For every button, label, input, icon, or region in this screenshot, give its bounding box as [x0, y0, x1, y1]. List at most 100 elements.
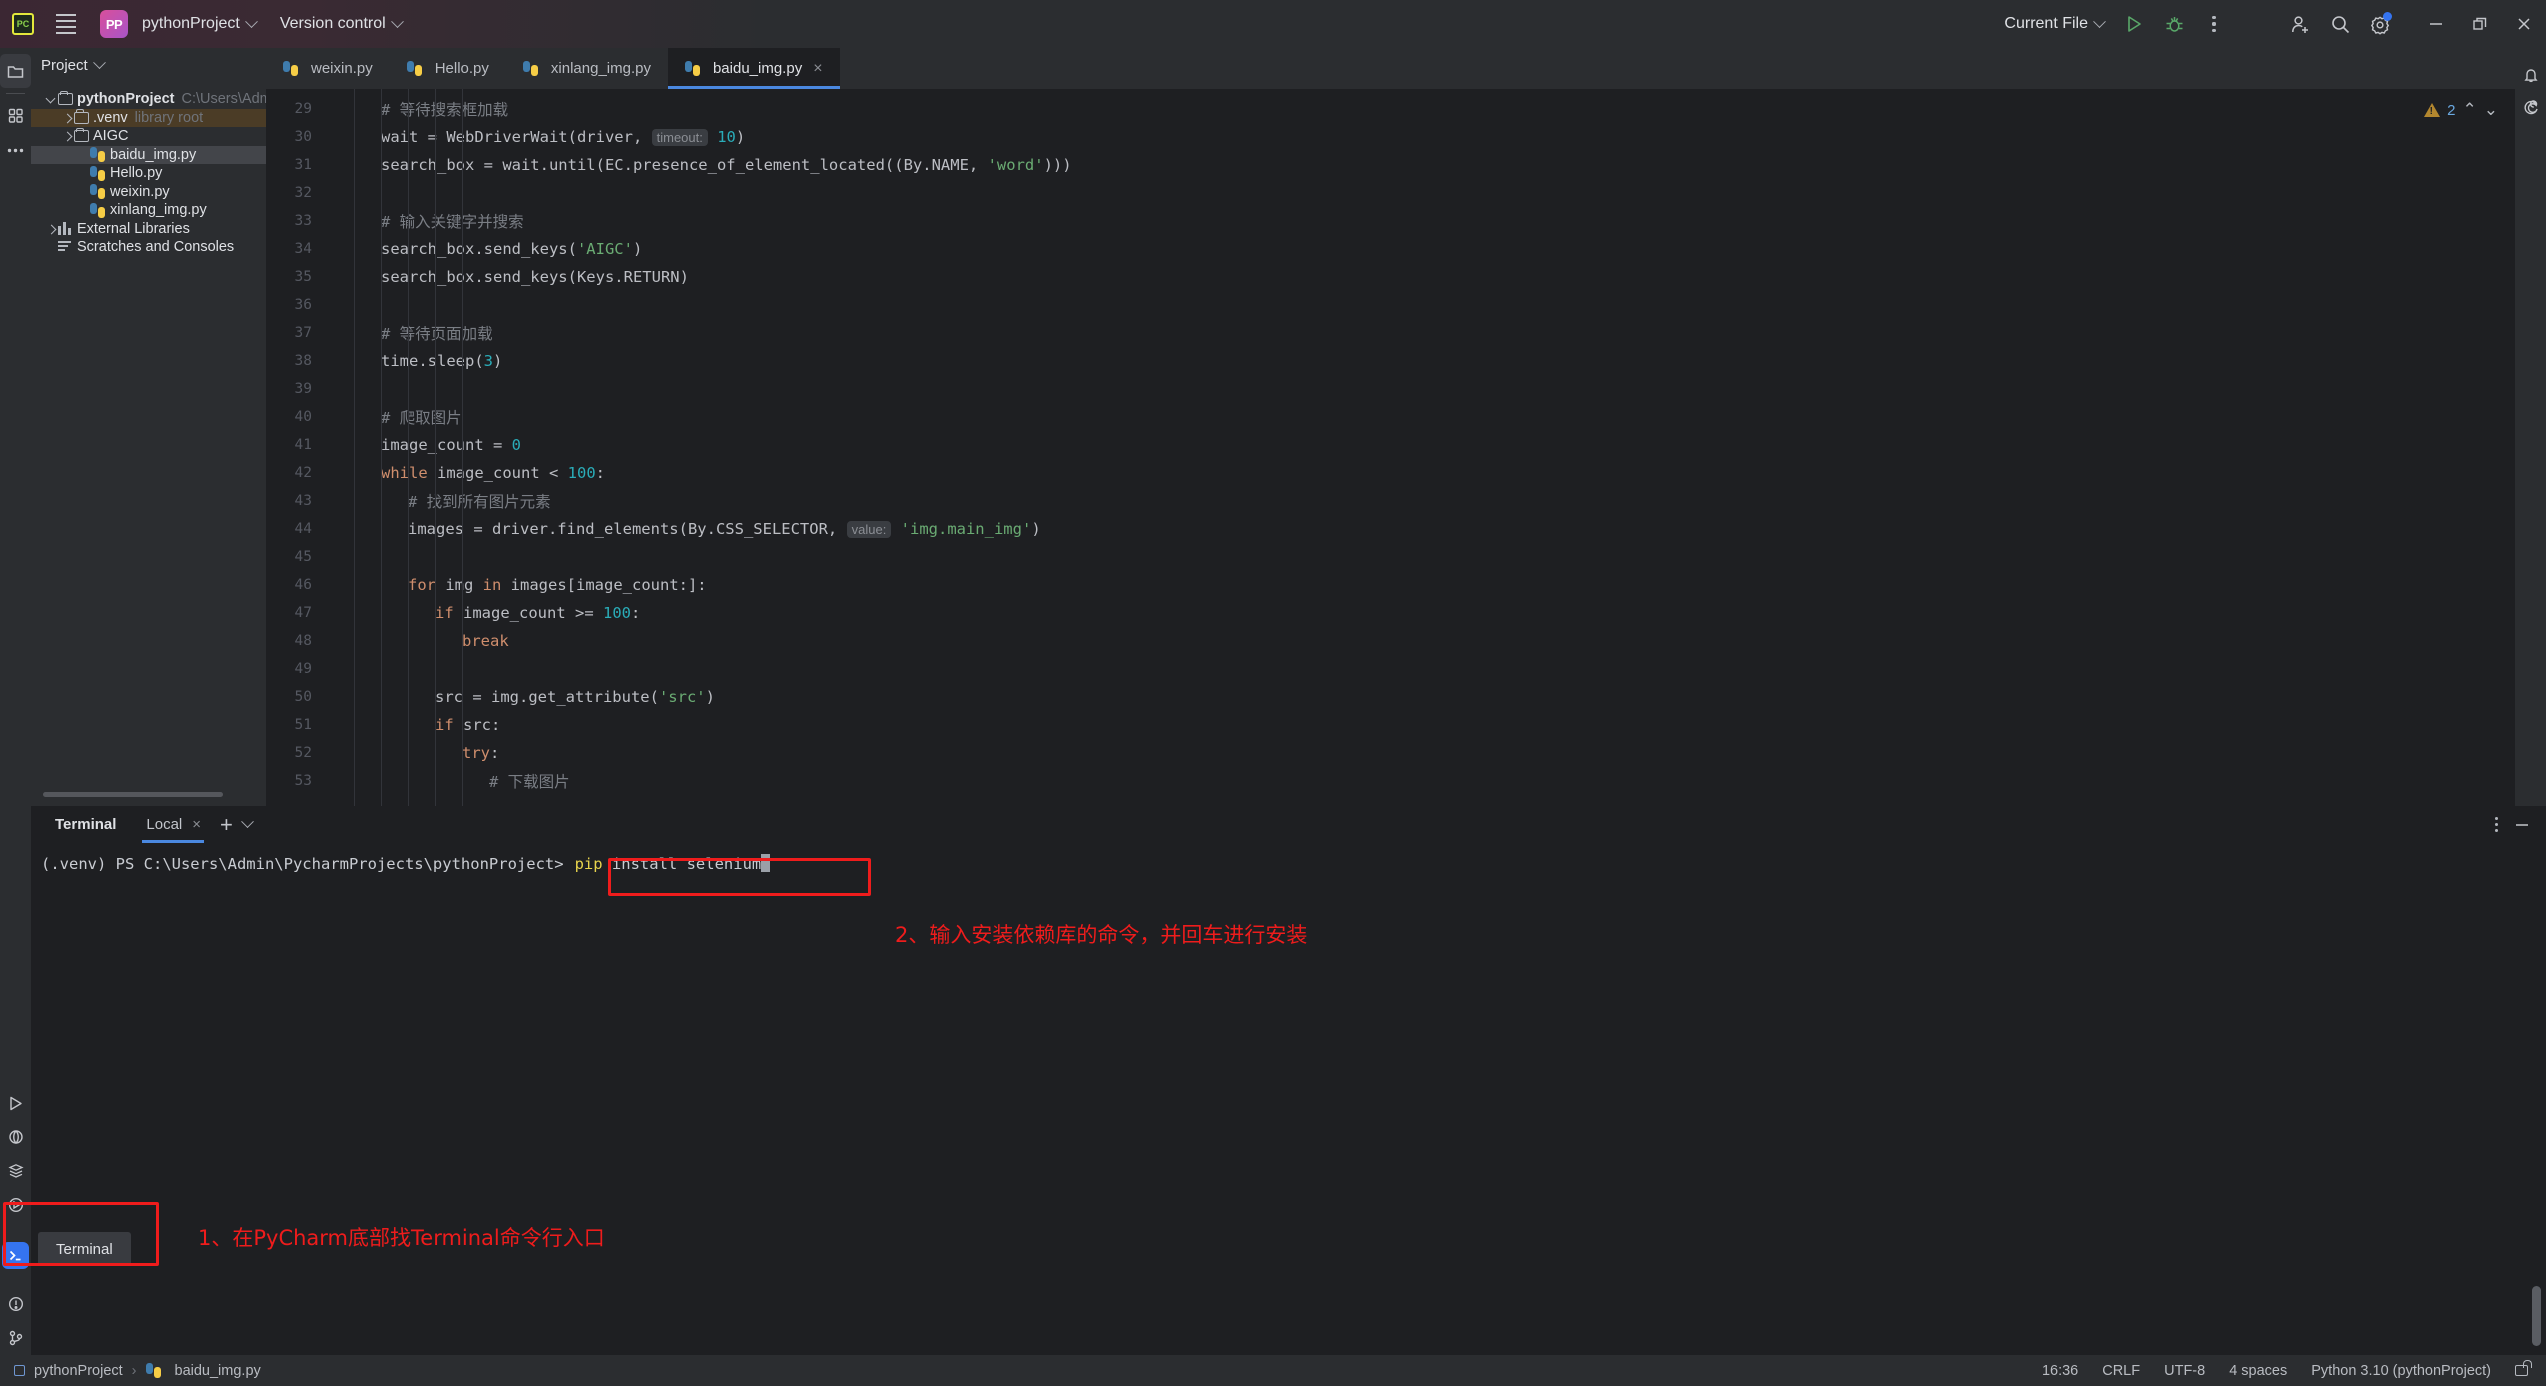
tree-item-xinlang-img-py[interactable]: xinlang_img.py [31, 201, 266, 220]
settings-icon[interactable] [2360, 0, 2400, 48]
line-number: 48 [294, 633, 312, 649]
close-button[interactable] [2502, 0, 2546, 48]
tree-twisty-icon[interactable] [61, 130, 74, 143]
terminal-tab-local[interactable]: Local × [128, 806, 208, 843]
more-icon[interactable] [2194, 0, 2234, 48]
database-icon[interactable] [0, 1154, 31, 1188]
folder-icon [74, 109, 89, 124]
chevron-up-icon[interactable]: ⌃ [2463, 100, 2477, 120]
editor-tab-xinlang-img-py[interactable]: xinlang_img.py [506, 48, 668, 89]
code-token: 'src' [658, 688, 706, 706]
tree-twisty-icon[interactable] [45, 222, 58, 235]
chevron-down-icon[interactable]: ⌄ [2484, 100, 2498, 120]
breadcrumb-project[interactable]: pythonProject [34, 1363, 123, 1379]
line-number: 36 [294, 297, 312, 313]
restore-button[interactable] [2458, 0, 2502, 48]
python-icon [90, 202, 105, 218]
tree-item-scratches-and-consoles[interactable]: Scratches and Consoles [31, 238, 266, 257]
project-tree[interactable]: pythonProjectC:\Users\Admin\PycharmPro.v… [31, 82, 367, 257]
run-configuration-selector[interactable]: Current File [1994, 9, 2114, 39]
code-token: src = img.get_attribute( [435, 688, 659, 706]
structure-tool-icon[interactable] [0, 99, 31, 133]
more-tools-icon[interactable] [0, 133, 31, 167]
version-control-label: Version control [279, 15, 386, 32]
tree-item-external-libraries[interactable]: External Libraries [31, 220, 266, 239]
chevron-down-icon [244, 14, 258, 28]
breadcrumb-file[interactable]: baidu_img.py [175, 1363, 261, 1379]
version-control-menu[interactable]: Version control [270, 9, 412, 39]
editor-tab-baidu-img-py[interactable]: baidu_img.py × [667, 48, 840, 89]
project-panel-header[interactable]: Project [31, 48, 266, 82]
line-separator[interactable]: CRLF [2102, 1363, 2140, 1379]
close-icon[interactable]: × [813, 60, 822, 78]
code-token: # 下载图片 [489, 773, 570, 791]
code-editor[interactable]: 29 # 等待搜索框加载 30 wait = WebDriverWait(driver… [266, 89, 2546, 806]
code-token: 'img.main_img' [900, 520, 1032, 538]
indent-setting[interactable]: 4 spaces [2229, 1363, 2287, 1379]
warning-icon [2424, 103, 2441, 117]
project-selector[interactable]: pythonProject [132, 9, 266, 39]
search-icon[interactable] [2320, 0, 2360, 48]
run-icon[interactable] [2114, 0, 2154, 48]
close-icon[interactable]: × [192, 816, 201, 833]
minimize-icon[interactable] [2514, 817, 2530, 833]
tree-item-baidu-img-py[interactable]: baidu_img.py [31, 145, 266, 164]
terminal-panel: Terminal Local × + (.venv) PS C:\Users\A… [31, 806, 2546, 1355]
tree-item-hello-py[interactable]: Hello.py [31, 164, 266, 183]
module-icon [14, 1365, 25, 1376]
code-token: 100 [567, 464, 596, 482]
terminal-title: Terminal [55, 816, 117, 833]
tree-twisty-icon[interactable] [61, 111, 74, 124]
caret-position[interactable]: 16:36 [2042, 1363, 2078, 1379]
line-number: 51 [294, 717, 312, 733]
code-token: time.sleep( [381, 352, 484, 370]
terminal-vscrollbar[interactable] [2532, 1286, 2541, 1346]
inspection-widget[interactable]: 2 ⌃ ⌄ [2424, 100, 2498, 120]
tree-item-weixin-py[interactable]: weixin.py [31, 183, 266, 202]
lock-icon[interactable] [2515, 1360, 2532, 1376]
ai-assistant-icon[interactable] [2515, 92, 2546, 126]
line-number: 35 [294, 269, 312, 285]
editor-tab-hello-py[interactable]: Hello.py [390, 48, 506, 89]
project-selector-label: pythonProject [142, 15, 240, 32]
run-tool-icon[interactable] [0, 1086, 31, 1120]
editor-tab-bar[interactable]: weixin.py Hello.py xinlang_img.py baidu_img… [266, 48, 2546, 89]
version-control-tool-icon[interactable] [0, 1321, 31, 1355]
line-number: 44 [294, 521, 312, 537]
tree-item-suffix: library root [134, 109, 204, 126]
tree-item--venv[interactable]: .venv library root [31, 108, 266, 127]
tree-twisty-icon[interactable] [45, 93, 58, 106]
tree-item-aigc[interactable]: AIGC [31, 127, 266, 146]
terminal-output[interactable]: (.venv) PS C:\Users\Admin\PycharmProject… [31, 843, 2546, 877]
add-user-icon[interactable] [2280, 0, 2320, 48]
line-number: 52 [294, 745, 312, 761]
editor-area: weixin.py Hello.py xinlang_img.py baidu_img… [266, 48, 2546, 806]
minimize-button[interactable] [2414, 0, 2458, 48]
code-token: search_box = wait.until(EC.presence_of_e… [381, 156, 988, 174]
settings-badge [2383, 12, 2392, 21]
code-line: 40 # 爬取图片 [266, 403, 2546, 431]
project-tool-icon[interactable] [0, 54, 31, 88]
notifications-icon[interactable] [2515, 58, 2546, 92]
python-packages-icon[interactable] [0, 1120, 31, 1154]
more-icon[interactable] [2494, 816, 2498, 833]
line-number: 39 [294, 381, 312, 397]
debug-icon[interactable] [2154, 0, 2194, 48]
project-panel-hscrollbar[interactable] [43, 792, 223, 797]
tree-item-pythonproject[interactable]: pythonProjectC:\Users\Admin\PycharmPro [31, 90, 367, 109]
code-line-text: search_box.send_keys('AIGC') [354, 240, 642, 258]
chevron-down-icon[interactable] [92, 55, 106, 69]
new-terminal-icon[interactable]: + [208, 813, 245, 836]
main-menu-icon[interactable] [46, 0, 86, 48]
editor-tab-weixin-py[interactable]: weixin.py [266, 48, 390, 89]
tree-item-label: .venv [93, 109, 128, 126]
file-encoding[interactable]: UTF-8 [2164, 1363, 2205, 1379]
status-breadcrumb: pythonProject › baidu_img.py [0, 1363, 261, 1379]
right-tool-rail [2515, 48, 2546, 806]
python-interpreter[interactable]: Python 3.10 (pythonProject) [2311, 1363, 2491, 1379]
problems-icon[interactable] [0, 1287, 31, 1321]
tree-item-label: pythonProject [77, 91, 175, 108]
tree-item-label: weixin.py [110, 183, 170, 200]
